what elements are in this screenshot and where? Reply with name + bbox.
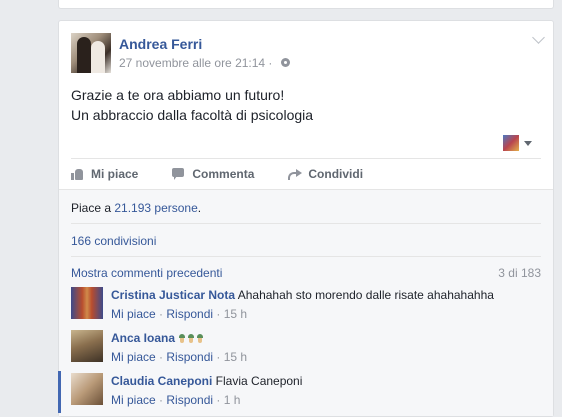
page-voice-selector[interactable] bbox=[503, 135, 533, 151]
page-avatar-icon bbox=[503, 135, 519, 151]
likes-summary: Piace a 21.193 persone. bbox=[71, 201, 201, 215]
comment-meta: Mi piace · Rispondi · 1 h bbox=[111, 393, 241, 407]
likes-count-link[interactable]: 21.193 persone bbox=[114, 201, 197, 215]
share-label: Condividi bbox=[308, 167, 364, 181]
divider bbox=[71, 256, 541, 257]
comments-count: 3 di 183 bbox=[498, 266, 541, 280]
comment-reply-link[interactable]: Rispondi bbox=[166, 350, 213, 364]
caret-down-icon bbox=[524, 141, 532, 146]
feedback-section: Piace a 21.193 persone. 166 condivisioni… bbox=[58, 189, 553, 416]
likes-prefix: Piace a bbox=[71, 201, 115, 215]
globe-icon bbox=[281, 58, 290, 67]
emoticon-group bbox=[178, 331, 205, 345]
post-timestamp[interactable]: 27 novembre alle ore 21:14 · bbox=[119, 56, 272, 70]
comment-meta: Mi piace · Rispondi · 15 h bbox=[111, 307, 248, 321]
commenter-avatar[interactable] bbox=[71, 330, 103, 362]
shares-row: 166 condivisioni bbox=[71, 234, 156, 248]
comment-reply-link[interactable]: Rispondi bbox=[166, 393, 213, 407]
post-card: Andrea Ferri 27 novembre alle ore 21:14 … bbox=[58, 20, 554, 417]
share-arrow-icon bbox=[288, 168, 303, 180]
author-avatar[interactable] bbox=[71, 33, 111, 73]
comment-like-link[interactable]: Mi piace bbox=[111, 350, 156, 364]
new-comment-indicator bbox=[58, 371, 61, 413]
previous-post-card bbox=[58, 0, 554, 9]
comment-time[interactable]: 15 h bbox=[224, 307, 247, 321]
comment-text: Flavia Caneponi bbox=[212, 374, 303, 388]
emoticon-icon bbox=[178, 334, 186, 343]
post-text: Grazie a te ora abbiamo un futuro! Un ab… bbox=[71, 85, 313, 125]
post-text-line-1: Grazie a te ora abbiamo un futuro! bbox=[71, 87, 285, 103]
comment-text: Ahahahah sto morendo dalle risate ahahah… bbox=[235, 288, 494, 302]
post-options-chevron-icon[interactable] bbox=[532, 31, 545, 44]
thumbs-up-icon bbox=[71, 168, 85, 180]
share-button[interactable]: Condividi bbox=[288, 167, 363, 181]
commenter-name[interactable]: Cristina Justicar Nota bbox=[111, 288, 235, 302]
comment-icon bbox=[172, 168, 186, 180]
commenter-avatar[interactable] bbox=[71, 373, 103, 405]
like-button[interactable]: Mi piace bbox=[71, 167, 138, 181]
divider bbox=[71, 223, 541, 224]
likes-suffix: . bbox=[197, 201, 202, 215]
comment-time[interactable]: 1 h bbox=[224, 393, 241, 407]
emoticon-icon bbox=[196, 334, 204, 343]
action-bar: Mi piace Commenta Condividi bbox=[71, 159, 541, 189]
comment-reply-link[interactable]: Rispondi bbox=[166, 307, 213, 321]
show-previous-comments-link[interactable]: Mostra commenti precedenti bbox=[71, 266, 222, 280]
comment-meta: Mi piace · Rispondi · 15 h bbox=[111, 350, 248, 364]
comment-like-link[interactable]: Mi piace bbox=[111, 307, 156, 321]
post-text-line-2: Un abbraccio dalla facoltà di psicologia bbox=[71, 107, 314, 123]
commenter-avatar[interactable] bbox=[71, 287, 103, 319]
author-name[interactable]: Andrea Ferri bbox=[119, 36, 202, 52]
emoticon-icon bbox=[187, 334, 195, 343]
shares-link[interactable]: 166 condivisioni bbox=[71, 234, 156, 248]
commenter-name[interactable]: Claudia Caneponi bbox=[111, 374, 212, 388]
comment-time[interactable]: 15 h bbox=[224, 350, 247, 364]
comment-label: Commenta bbox=[192, 167, 255, 181]
comment-like-link[interactable]: Mi piace bbox=[111, 393, 156, 407]
comment-button[interactable]: Commenta bbox=[172, 167, 254, 181]
commenter-name[interactable]: Anca Ioana bbox=[111, 331, 175, 345]
like-label: Mi piace bbox=[91, 167, 139, 181]
